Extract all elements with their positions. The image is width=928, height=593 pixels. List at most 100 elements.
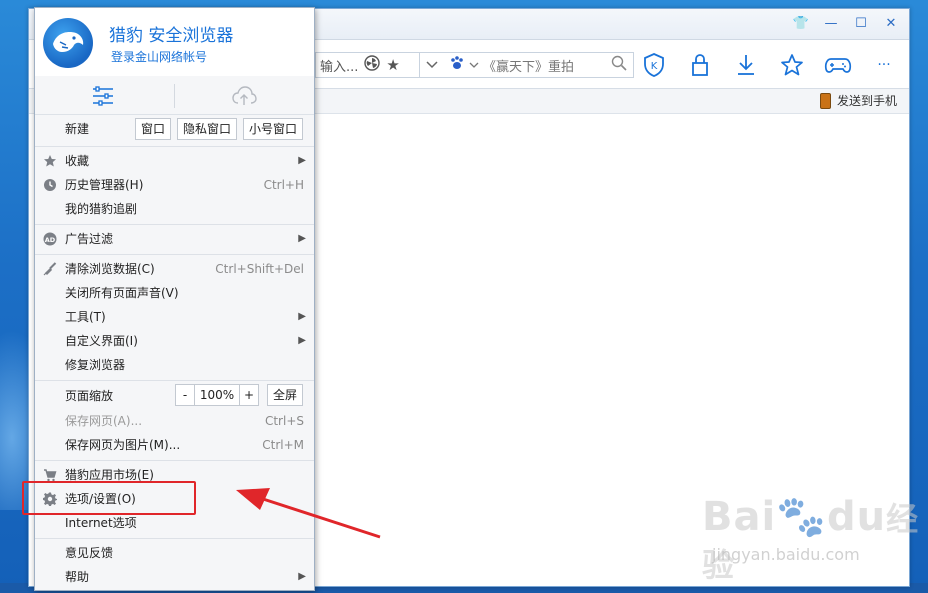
shortcut-text: Ctrl+M (262, 438, 304, 452)
zoom-value: 100% (195, 384, 239, 406)
settings-sliders-icon[interactable] (91, 86, 115, 106)
menu-item-favorites[interactable]: 收藏 ▶ (35, 149, 314, 173)
menu-item-clear-data[interactable]: 清除浏览数据(C) Ctrl+Shift+Del (35, 257, 314, 281)
menu-divider (35, 146, 314, 147)
menu-item-mute-all[interactable]: 关闭所有页面声音(V) (35, 281, 314, 305)
svg-text:K: K (651, 61, 658, 72)
menu-divider (35, 254, 314, 255)
cart-icon (43, 468, 57, 482)
lock-icon[interactable] (685, 52, 715, 78)
baidu-paw-icon[interactable] (449, 55, 465, 75)
menu-item-label: 清除浏览数据(C) (65, 262, 155, 276)
clock-icon (43, 178, 57, 192)
shortcut-text: Ctrl+Shift+Del (215, 262, 304, 276)
menu-divider (35, 224, 314, 225)
watermark-brand2: du (827, 494, 887, 540)
cloud-upload-icon[interactable] (231, 86, 257, 106)
menu-item-repair[interactable]: 修复浏览器 (35, 353, 314, 377)
menu-row-new: 新建 窗口 隐私窗口 小号窗口 (35, 115, 314, 143)
menu-divider (35, 460, 314, 461)
phone-icon (819, 92, 831, 109)
menu-item-label: 保存网页为图片(M)... (65, 438, 181, 452)
menu-item-history[interactable]: 历史管理器(H) Ctrl+H (35, 173, 314, 197)
new-window-button[interactable]: 窗口 (135, 118, 172, 140)
search-box[interactable]: 《赢天下》重拍 (443, 52, 634, 78)
tab-divider (174, 84, 175, 108)
menu-item-label: 收藏 (65, 154, 90, 168)
submenu-arrow-icon: ▶ (298, 571, 306, 582)
watermark-brand: Bai (702, 494, 777, 540)
baidu-watermark: Bai🐾du经验 jingyan.baidu.com (702, 493, 928, 586)
new-private-window-button[interactable]: 隐私窗口 (177, 118, 238, 140)
submenu-arrow-icon: ▶ (298, 233, 306, 244)
menu-item-customize-ui[interactable]: 自定义界面(I) ▶ (35, 329, 314, 353)
submenu-arrow-icon: ▶ (298, 335, 306, 346)
send-to-phone-button[interactable]: 发送到手机 (819, 92, 897, 109)
menu-header: 猎豹 安全浏览器 登录金山网络帐号 (35, 8, 314, 76)
menu-item-label: 我的猎豹追剧 (65, 202, 138, 216)
menu-item-label: 历史管理器(H) (65, 178, 144, 192)
ad-icon: AD (43, 232, 57, 246)
star-icon (43, 154, 57, 168)
skin-icon[interactable]: 👕 (789, 13, 813, 33)
menu-item-label: 意见反馈 (65, 546, 114, 560)
submenu-arrow-icon: ▶ (298, 311, 306, 322)
menu-item-label: 广告过滤 (65, 232, 114, 246)
svg-text:AD: AD (45, 236, 56, 244)
zoom-in-button[interactable]: + (239, 384, 259, 406)
shield-icon[interactable]: K (639, 52, 669, 78)
bookmark-star-icon[interactable] (777, 52, 807, 78)
menu-item-label: Internet选项 (65, 516, 137, 530)
search-icon[interactable] (611, 55, 627, 75)
zoom-label: 页面缩放 (65, 389, 114, 403)
watermark-url: jingyan.baidu.com (712, 545, 860, 564)
broom-icon (43, 262, 57, 276)
search-engine-chevron-icon[interactable] (469, 58, 479, 73)
zoom-control: - 100% + (175, 384, 259, 406)
menu-item-label: 猎豹应用市场(E) (65, 468, 154, 482)
new-buttons: 窗口 隐私窗口 小号窗口 (135, 118, 304, 140)
baidu-paw-icon: 🐾 (776, 494, 828, 540)
menu-item-label: 修复浏览器 (65, 358, 126, 372)
highlight-box (22, 481, 196, 515)
gamepad-icon[interactable] (823, 52, 853, 78)
new-label: 新建 (65, 122, 90, 136)
menu-item-label: 帮助 (65, 570, 90, 584)
close-button[interactable]: ✕ (879, 13, 903, 33)
fan-icon[interactable] (364, 55, 381, 75)
address-placeholder: 输入... (320, 59, 359, 75)
send-to-phone-label: 发送到手机 (836, 94, 897, 108)
favorite-star-icon[interactable]: ★ (386, 56, 399, 74)
shortcut-text: Ctrl+H (263, 178, 304, 192)
annotation-arrow-icon (236, 488, 381, 539)
window-controls: 👕 — ☐ ✕ (789, 13, 903, 33)
menu-item-drama[interactable]: 我的猎豹追剧 (35, 197, 314, 221)
address-dropdown-icon[interactable] (419, 52, 445, 78)
toolbar-icons: K ··· (639, 52, 899, 78)
maximize-button[interactable]: ☐ (849, 13, 873, 33)
submenu-arrow-icon: ▶ (298, 155, 306, 166)
menu-item-label: 关闭所有页面声音(V) (65, 286, 179, 300)
menu-item-save-as-image[interactable]: 保存网页为图片(M)... Ctrl+M (35, 433, 314, 457)
download-icon[interactable] (731, 52, 761, 78)
shortcut-text: Ctrl+S (264, 414, 304, 428)
new-secondary-window-button[interactable]: 小号窗口 (243, 118, 304, 140)
menu-item-label: 保存网页(A)... (65, 414, 143, 428)
menu-item-label: 自定义界面(I) (65, 334, 138, 348)
login-link[interactable]: 登录金山网络帐号 (111, 48, 207, 65)
menu-item-adblock[interactable]: AD 广告过滤 ▶ (35, 227, 314, 251)
brand-name: 猎豹 安全浏览器 (109, 26, 234, 46)
menu-tabs (35, 76, 314, 115)
menu-item-tools[interactable]: 工具(T) ▶ (35, 305, 314, 329)
menu-row-zoom: 页面缩放 - 100% + 全屏 (35, 383, 314, 409)
cheetah-logo-icon (43, 18, 93, 68)
minimize-button[interactable]: — (819, 13, 843, 33)
menu-item-help[interactable]: 帮助 ▶ (35, 565, 314, 589)
menu-item-save-page: 保存网页(A)... Ctrl+S (35, 409, 314, 433)
menu-item-label: 工具(T) (65, 310, 106, 324)
zoom-out-button[interactable]: - (175, 384, 195, 406)
more-icon[interactable]: ··· (869, 52, 899, 78)
fullscreen-button[interactable]: 全屏 (267, 384, 304, 406)
menu-divider (35, 380, 314, 381)
search-text: 《赢天下》重拍 (483, 59, 575, 75)
